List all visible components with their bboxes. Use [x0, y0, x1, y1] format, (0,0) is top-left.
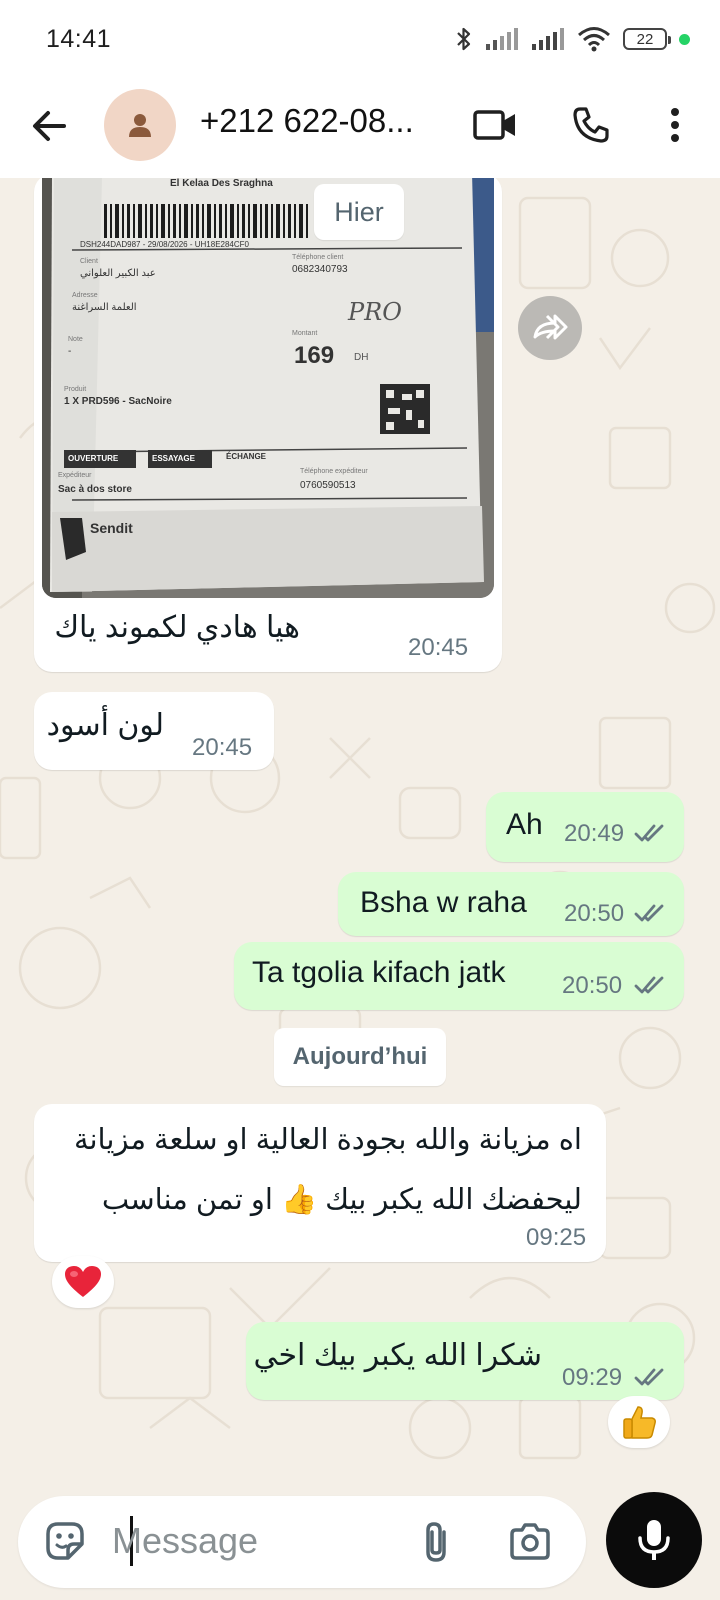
- battery-level: 22: [636, 30, 654, 48]
- voice-message-button[interactable]: [606, 1492, 702, 1588]
- more-options-icon: [671, 108, 679, 142]
- video-call-button[interactable]: [470, 100, 520, 150]
- photo-address: العلمة السراغنة: [72, 302, 137, 313]
- read-receipt-icon: [634, 1368, 664, 1386]
- voice-call-icon: [573, 107, 609, 143]
- photo-phone: 0682340793: [292, 264, 348, 275]
- photo-sender-phone-label: Téléphone expéditeur: [300, 468, 368, 475]
- sticker-icon: [46, 1522, 84, 1560]
- bluetooth-icon: [457, 27, 471, 51]
- message-text: Ah: [506, 808, 543, 841]
- outgoing-message[interactable]: Ta tgolia kifach jatk 20:50: [234, 942, 684, 1010]
- heart-icon: [65, 1266, 101, 1297]
- message-text-line-1: اه مزيانة والله بجودة العالية او سلعة مز…: [73, 1124, 582, 1156]
- status-bar: 14:41 22: [0, 0, 720, 78]
- incoming-image-message[interactable]: El Kelaa Des Sraghna DSH244DAD987 - 29/0…: [34, 178, 502, 672]
- wifi-icon: [578, 27, 610, 52]
- message-time: 20:45: [192, 734, 253, 761]
- camera-button[interactable]: [508, 1520, 552, 1564]
- read-receipt-icon: [634, 976, 664, 994]
- chat-area[interactable]: El Kelaa Des Sraghna DSH244DAD987 - 29/0…: [0, 178, 720, 1488]
- outgoing-message[interactable]: شكرا الله يكبر بيك اخي 09:29: [246, 1322, 684, 1400]
- outgoing-message[interactable]: Bsha w raha 20:50: [338, 872, 684, 936]
- message-text: Ta tgolia kifach jatk: [252, 956, 506, 989]
- photo-client-name: عبد الكبير العلواني: [80, 268, 156, 279]
- date-divider-label: Hier: [334, 197, 384, 227]
- thumbs-up-icon: [623, 1406, 656, 1439]
- photo-amount-label: Montant: [292, 330, 318, 337]
- incoming-message[interactable]: لون أسود 20:45: [34, 692, 274, 770]
- forward-button[interactable]: [518, 296, 582, 360]
- message-time: 09:25: [526, 1224, 587, 1251]
- photo-amount: 169: [294, 342, 335, 369]
- message-composer: Message: [18, 1496, 586, 1588]
- sticker-button[interactable]: [42, 1518, 88, 1564]
- incoming-message[interactable]: اه مزيانة والله بجودة العالية او سلعة مز…: [34, 1104, 606, 1262]
- attach-icon: [426, 1522, 446, 1562]
- microphone-icon: [638, 1520, 670, 1560]
- photo-brand: Sendit: [90, 520, 133, 536]
- message-photo[interactable]: El Kelaa Des Sraghna DSH244DAD987 - 29/0…: [42, 178, 494, 598]
- photo-tracking: DSH244DAD987 - 29/08/2026 - UH18E284CF0: [80, 240, 249, 249]
- message-text: لون أسود: [46, 709, 164, 742]
- heart-reaction[interactable]: [52, 1256, 114, 1308]
- message-input[interactable]: Message: [112, 1520, 258, 1562]
- photo-sender-label: Expéditeur: [58, 472, 92, 479]
- message-text: Bsha w raha: [360, 886, 527, 919]
- back-button[interactable]: [28, 104, 72, 148]
- signal-icon-2: [532, 28, 564, 50]
- date-divider-label: Aujourd’hui: [292, 1043, 428, 1070]
- outgoing-message[interactable]: Ah 20:49: [486, 792, 684, 862]
- privacy-indicator-dot: [679, 33, 690, 45]
- read-receipt-icon: [634, 824, 664, 842]
- voice-call-button[interactable]: [566, 100, 616, 150]
- chat-header: +212 622-08...: [0, 78, 720, 178]
- attach-button[interactable]: [418, 1518, 458, 1566]
- photo-tag-essayage: ESSAYAGE: [152, 454, 195, 463]
- photo-handwriting: PRO: [348, 298, 402, 326]
- photo-client-label: Client: [80, 258, 98, 265]
- message-time: 09:29: [562, 1364, 623, 1391]
- photo-note-label: Note: [68, 336, 83, 343]
- message-text: هيا هادي لكموند ياك: [54, 611, 300, 644]
- photo-note: -: [68, 346, 72, 357]
- message-text: شكرا الله يكبر بيك اخي: [253, 1339, 542, 1372]
- status-icons: 22: [455, 25, 690, 53]
- date-divider-today: Aujourd’hui: [274, 1028, 446, 1086]
- status-time: 14:41: [46, 24, 112, 53]
- message-text-line-2: ليحفضك الله يكبر بيك 👍 او تمن مناسب: [101, 1184, 582, 1216]
- photo-tag-ouverture: OUVERTURE: [68, 454, 119, 463]
- photo-phone-label: Téléphone client: [292, 254, 344, 261]
- signal-icon: [486, 28, 518, 50]
- battery-indicator: 22: [623, 28, 671, 50]
- message-time: 20:45: [408, 634, 469, 661]
- photo-product-label: Produit: [64, 386, 87, 393]
- camera-icon: [510, 1523, 550, 1560]
- message-time: 20:50: [562, 972, 623, 999]
- thumbs-up-reaction[interactable]: [608, 1396, 670, 1448]
- photo-city: El Kelaa Des Sraghna: [170, 178, 273, 189]
- photo-sender: Sac à dos store: [58, 484, 132, 495]
- photo-sender-phone: 0760590513: [300, 480, 356, 491]
- message-time: 20:49: [564, 820, 625, 847]
- back-arrow-icon: [33, 111, 66, 141]
- message-time: 20:50: [564, 900, 625, 927]
- date-divider-yesterday: Hier: [314, 184, 404, 240]
- more-options-button[interactable]: [650, 100, 700, 150]
- photo-address-label: Adresse: [72, 292, 98, 299]
- forward-icon: [533, 314, 568, 340]
- photo-currency: DH: [354, 352, 369, 363]
- contact-name[interactable]: +212 622-08...: [200, 102, 440, 140]
- video-call-icon: [473, 110, 515, 140]
- photo-tag-echange: ÉCHANGE: [226, 452, 267, 461]
- person-icon: [129, 114, 151, 137]
- contact-avatar[interactable]: [104, 89, 176, 161]
- photo-product: 1 X PRD596 - SacNoire: [64, 396, 172, 407]
- read-receipt-icon: [634, 904, 664, 922]
